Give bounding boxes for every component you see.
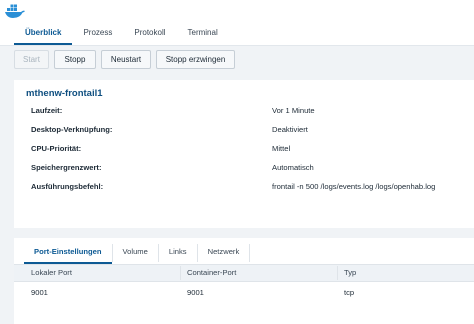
stop-button[interactable]: Stopp xyxy=(54,50,96,69)
restart-button[interactable]: Neustart xyxy=(101,50,151,69)
detail-label: Laufzeit: xyxy=(31,106,63,115)
cell-type: tcp xyxy=(344,288,355,297)
subtab-volume[interactable]: Volume xyxy=(113,242,158,264)
table-row[interactable]: 9001 9001 tcp xyxy=(14,282,474,302)
tab-log[interactable]: Protokoll xyxy=(123,22,176,45)
docker-whale-icon xyxy=(5,4,25,18)
container-name-title: mthenw-frontail1 xyxy=(26,88,103,99)
subtab-network[interactable]: Netzwerk xyxy=(198,242,250,264)
column-header-container-port[interactable]: Container-Port xyxy=(187,268,236,277)
detail-row-cpu-priority: CPU-Priorität: Mittel xyxy=(14,144,474,162)
action-buttons: Start Stopp Neustart Stopp erzwingen xyxy=(14,50,235,69)
detail-value: Automatisch xyxy=(272,163,314,172)
detail-value: Vor 1 Minute xyxy=(272,106,315,115)
table-header: Lokaler Port Container-Port Typ xyxy=(14,264,474,282)
detail-label: Ausführungsbefehl: xyxy=(31,182,104,191)
column-separator xyxy=(337,266,338,280)
detail-row-desktop-shortcut: Desktop-Verknüpfung: Deaktiviert xyxy=(14,125,474,143)
detail-value: Deaktiviert xyxy=(272,125,308,134)
detail-label: Desktop-Verknüpfung: xyxy=(31,125,113,134)
settings-subtabs: Port-Einstellungen Volume Links Netzwerk xyxy=(14,242,251,264)
tab-overview[interactable]: Überblick xyxy=(14,22,73,45)
detail-row-memory-limit: Speichergrenzwert: Automatisch xyxy=(14,163,474,181)
top-tab-strip: Überblick Prozess Protokoll Terminal xyxy=(0,0,474,46)
column-header-local-port[interactable]: Lokaler Port xyxy=(31,268,72,277)
subtab-port-settings[interactable]: Port-Einstellungen xyxy=(24,242,112,264)
cell-local-port: 9001 xyxy=(31,288,48,297)
column-header-type[interactable]: Typ xyxy=(344,268,356,277)
start-button[interactable]: Start xyxy=(14,50,49,69)
subtab-links[interactable]: Links xyxy=(159,242,197,264)
tab-process[interactable]: Prozess xyxy=(72,22,123,45)
detail-label: Speichergrenzwert: xyxy=(31,163,102,172)
port-settings-table: Lokaler Port Container-Port Typ 9001 900… xyxy=(14,264,474,302)
detail-value: frontail -n 500 /logs/events.log /logs/o… xyxy=(272,182,436,191)
subtab-divider xyxy=(249,244,251,262)
tab-terminal[interactable]: Terminal xyxy=(177,22,229,45)
detail-value: Mittel xyxy=(272,144,291,153)
settings-section: Port-Einstellungen Volume Links Netzwerk… xyxy=(14,238,474,324)
column-separator xyxy=(180,266,181,280)
force-stop-button[interactable]: Stopp erzwingen xyxy=(156,50,235,69)
detail-label: CPU-Priorität: xyxy=(31,144,82,153)
detail-row-uptime: Laufzeit: Vor 1 Minute xyxy=(14,106,474,124)
container-detail-window: Überblick Prozess Protokoll Terminal Sta… xyxy=(0,0,474,324)
container-details-panel: mthenw-frontail1 Laufzeit: Vor 1 Minute … xyxy=(14,80,474,228)
cell-container-port: 9001 xyxy=(187,288,204,297)
detail-row-exec-command: Ausführungsbefehl: frontail -n 500 /logs… xyxy=(14,182,474,200)
main-tabs: Überblick Prozess Protokoll Terminal xyxy=(14,22,229,45)
